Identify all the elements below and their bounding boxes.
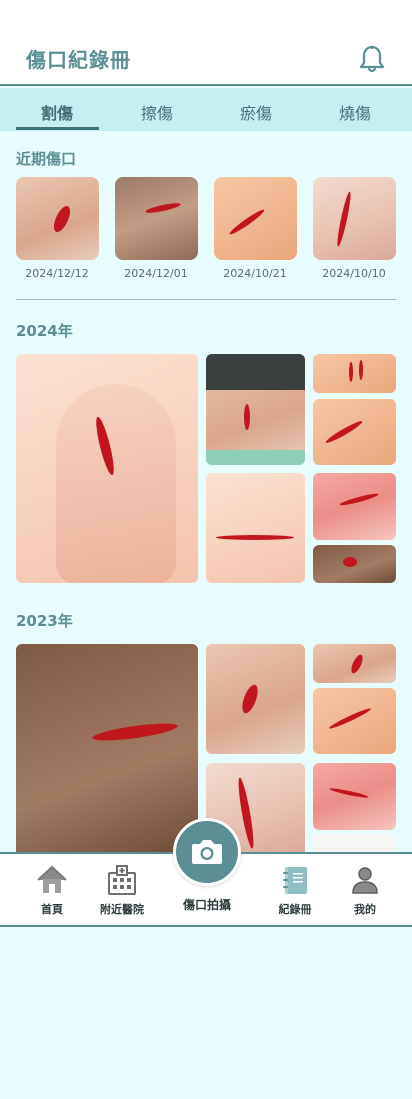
recent-wound-photo[interactable] (115, 177, 198, 260)
recent-wound-date: 2024/12/12 (25, 267, 89, 280)
tab-burn[interactable]: 燒傷 (310, 100, 400, 124)
recent-wound-date: 2024/10/21 (223, 267, 287, 280)
wound-photo[interactable] (313, 545, 396, 583)
wound-photo-large[interactable] (16, 354, 198, 583)
wound-photo[interactable] (206, 644, 305, 754)
app-header: 傷口紀錄冊 (0, 0, 412, 86)
app-screen: 傷口紀錄冊 割傷 擦傷 瘀傷 燒傷 近期傷口 2024/12/12 2024/1… (0, 0, 412, 1099)
section-divider (16, 299, 396, 300)
app-title: 傷口紀錄冊 (26, 48, 131, 72)
camera-capture-label: 傷口拍攝 (182, 898, 231, 912)
wound-photo[interactable] (313, 834, 396, 854)
category-tabs: 割傷 擦傷 瘀傷 燒傷 (0, 88, 412, 131)
recent-section-title: 近期傷口 (16, 150, 77, 168)
tab-cut[interactable]: 割傷 (12, 100, 102, 124)
wound-photo[interactable] (313, 763, 396, 830)
nav-profile[interactable]: 我的 (330, 864, 400, 917)
nav-nearby-hospital[interactable]: 附近醫院 (87, 864, 157, 917)
nav-records-label: 紀錄冊 (278, 903, 312, 916)
recent-wound-photo[interactable] (214, 177, 297, 260)
notebook-icon (283, 867, 307, 894)
bell-icon[interactable] (359, 45, 385, 73)
wound-photo[interactable] (313, 644, 396, 683)
user-icon (352, 867, 378, 894)
year-2024-title: 2024年 (16, 322, 73, 340)
tab-abrasion[interactable]: 擦傷 (112, 100, 202, 124)
wound-photo[interactable] (313, 354, 396, 393)
active-tab-indicator (16, 127, 99, 130)
recent-wound-photo[interactable] (313, 177, 396, 260)
camera-capture-button[interactable] (173, 818, 241, 886)
wound-photo[interactable] (206, 473, 305, 583)
nav-hospital-label: 附近醫院 (100, 903, 144, 916)
recent-wound-date: 2024/12/01 (124, 267, 188, 280)
wound-photo[interactable] (313, 399, 396, 465)
hospital-icon (108, 865, 136, 895)
wound-photo[interactable] (313, 473, 396, 540)
year-2023-title: 2023年 (16, 612, 73, 630)
tab-bruise[interactable]: 瘀傷 (211, 100, 301, 124)
wound-photo-large[interactable] (16, 644, 198, 854)
camera-icon (192, 840, 222, 864)
home-icon (37, 865, 67, 893)
nav-records[interactable]: 紀錄冊 (260, 864, 330, 917)
recent-wound-date: 2024/10/10 (322, 267, 386, 280)
nav-home-label: 首頁 (41, 903, 63, 916)
nav-home[interactable]: 首頁 (17, 864, 87, 917)
wound-photo[interactable] (313, 688, 396, 754)
nav-profile-label: 我的 (354, 903, 376, 916)
recent-wound-photo[interactable] (16, 177, 99, 260)
wound-photo[interactable] (206, 354, 305, 465)
